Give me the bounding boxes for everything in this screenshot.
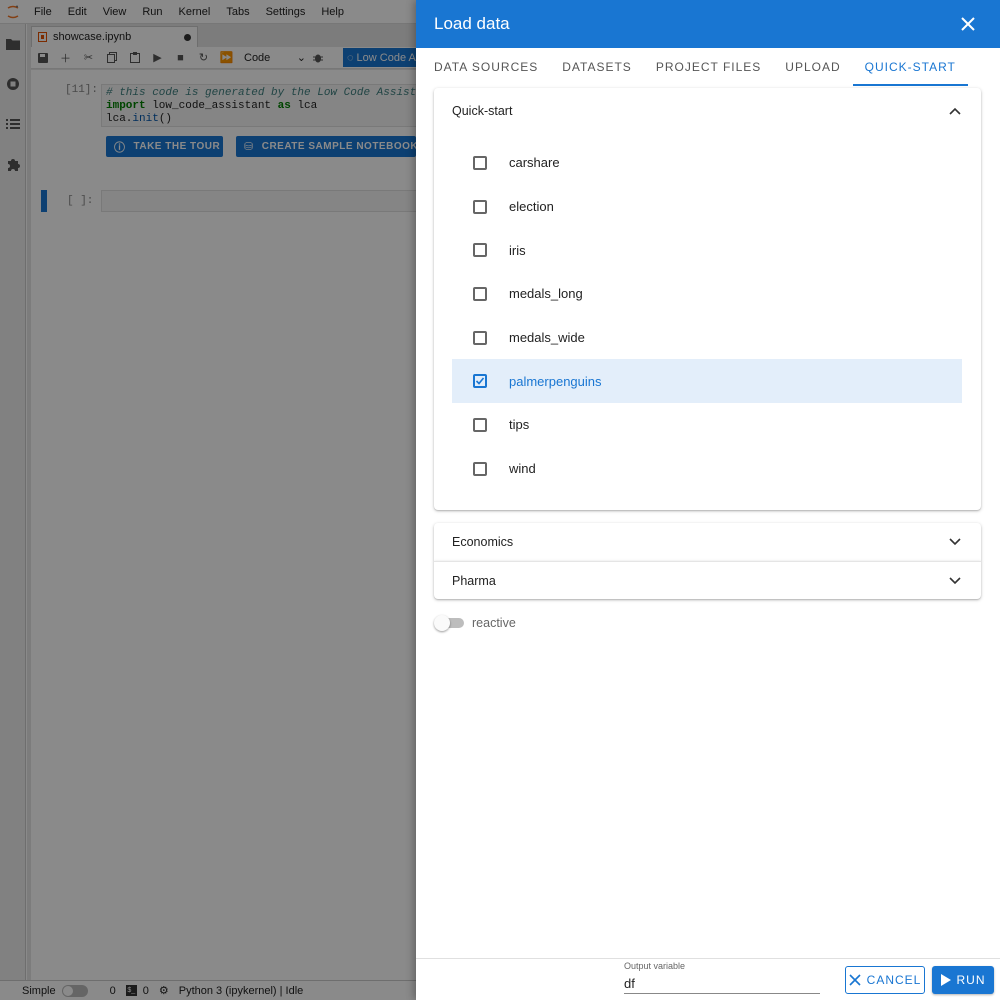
dataset-option-medals_wide[interactable]: medals_wide <box>452 316 962 360</box>
drawer-title: Load data <box>434 14 510 33</box>
dataset-option-label: carshare <box>509 155 560 171</box>
play-icon <box>940 974 951 986</box>
cancel-button[interactable]: CANCEL <box>845 966 925 994</box>
quick-start-header[interactable]: Quick-start <box>434 88 981 134</box>
output-variable-label: Output variable <box>624 961 686 971</box>
dataset-option-label: medals_long <box>509 286 583 302</box>
run-label: RUN <box>956 973 986 987</box>
chevron-down-icon <box>947 573 963 589</box>
economics-title: Economics <box>452 535 514 549</box>
dataset-option-label: iris <box>509 242 526 258</box>
output-variable-field: Output variable <box>624 961 820 994</box>
reactive-switch[interactable] <box>434 614 464 632</box>
dataset-option-tips[interactable]: tips <box>452 403 962 447</box>
switch-knob <box>434 615 450 631</box>
load-data-drawer: Load data DATA SOURCES DATASETS PROJECT … <box>416 0 1000 1000</box>
dataset-option-medals_long[interactable]: medals_long <box>452 272 962 316</box>
economics-header[interactable]: Economics <box>434 523 981 561</box>
close-icon <box>849 974 861 986</box>
dataset-option-election[interactable]: election <box>452 185 962 229</box>
checkbox-unchecked-icon[interactable] <box>473 199 487 214</box>
chevron-down-icon <box>947 534 963 550</box>
checkbox-unchecked-icon[interactable] <box>473 330 487 345</box>
tab-data-sources[interactable]: DATA SOURCES <box>422 48 550 86</box>
checkbox-unchecked-icon[interactable] <box>473 461 487 476</box>
dataset-option-label: palmerpenguins <box>509 373 602 389</box>
dataset-option-label: election <box>509 199 554 215</box>
pharma-title: Pharma <box>452 574 496 588</box>
reactive-row: reactive <box>434 614 516 632</box>
drawer-header: Load data <box>416 0 1000 48</box>
run-button[interactable]: RUN <box>932 966 994 994</box>
economics-panel: Economics <box>434 523 981 561</box>
checkbox-unchecked-icon[interactable] <box>473 286 487 301</box>
dataset-option-label: medals_wide <box>509 330 585 346</box>
pharma-panel: Pharma <box>434 561 981 599</box>
drawer-tabs: DATA SOURCES DATASETS PROJECT FILES UPLO… <box>416 48 1000 86</box>
pharma-header[interactable]: Pharma <box>434 562 981 600</box>
dataset-option-carshare[interactable]: carshare <box>452 141 962 185</box>
cancel-label: CANCEL <box>866 973 922 987</box>
checkbox-unchecked-icon[interactable] <box>473 155 487 170</box>
chevron-up-icon <box>947 103 963 119</box>
drawer-footer: Output variable CANCEL RUN <box>416 958 1000 1000</box>
quick-start-title: Quick-start <box>452 104 513 118</box>
close-icon[interactable] <box>954 10 982 38</box>
dataset-option-iris[interactable]: iris <box>452 228 962 272</box>
reactive-label: reactive <box>472 616 516 630</box>
checkbox-unchecked-icon[interactable] <box>473 243 487 258</box>
dataset-option-label: tips <box>509 417 530 433</box>
tab-upload[interactable]: UPLOAD <box>773 48 852 86</box>
tab-datasets[interactable]: DATASETS <box>550 48 644 86</box>
dataset-list: carshare election iris medals_long medals_wi… <box>452 141 962 491</box>
dataset-option-label: wind <box>509 461 536 477</box>
dataset-option-palmerpenguins[interactable]: palmerpenguins <box>452 359 962 404</box>
tab-quick-start[interactable]: QUICK-START <box>852 48 969 86</box>
checkbox-checked-icon[interactable] <box>473 374 487 389</box>
output-variable-input[interactable] <box>624 974 820 994</box>
tab-project-files[interactable]: PROJECT FILES <box>644 48 773 86</box>
quick-start-panel: Quick-start carshare election iris medals_l… <box>434 88 981 510</box>
checkbox-unchecked-icon[interactable] <box>473 417 487 432</box>
dataset-option-wind[interactable]: wind <box>452 447 962 491</box>
